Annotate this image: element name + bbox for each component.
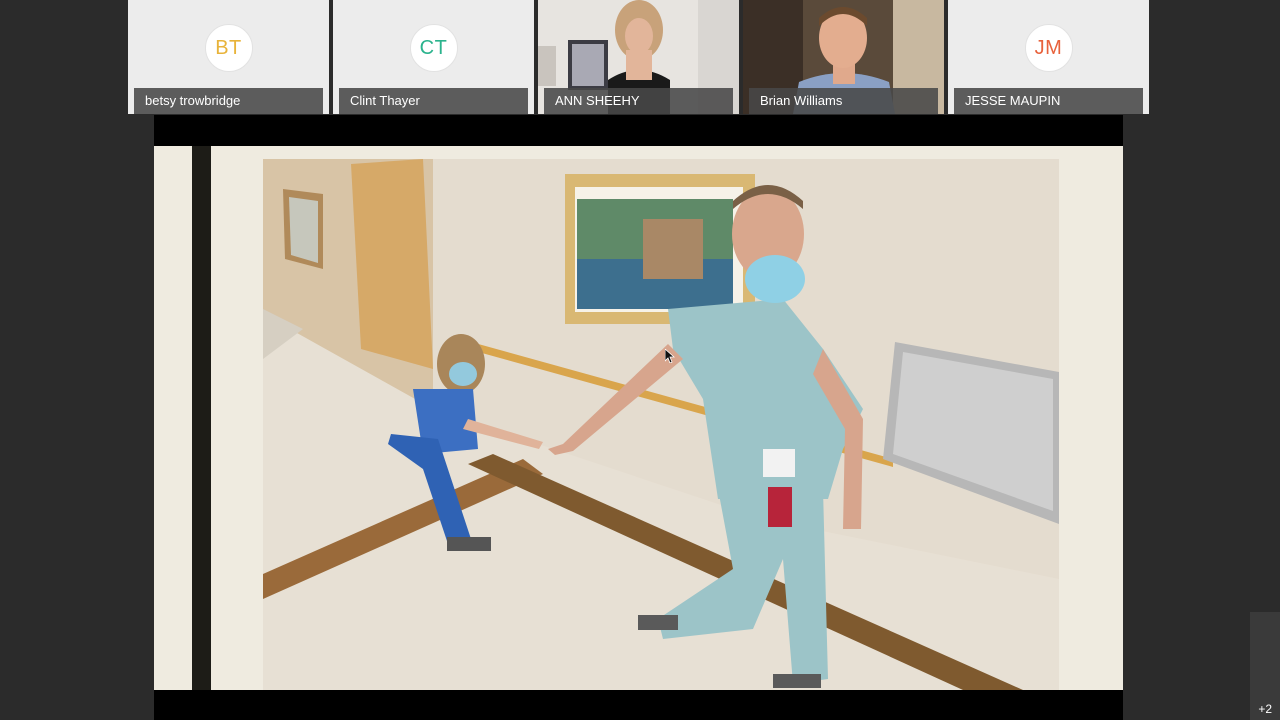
participant-strip: BT betsy trowbridge CT Clint Thayer ANN … [128,0,1149,114]
participant-name: ANN SHEEHY [544,88,733,114]
avatar: CT [409,24,458,72]
more-participants-button[interactable]: +2 [1250,612,1280,720]
participant-name: Brian Williams [749,88,938,114]
participant-tile-ann[interactable]: ANN SHEEHY [538,0,739,114]
more-participants-count: +2 [1258,702,1272,716]
participant-name: JESSE MAUPIN [954,88,1143,114]
participant-name: betsy trowbridge [134,88,323,114]
participant-tile-brian[interactable]: Brian Williams [743,0,944,114]
slide-photo [263,159,1059,690]
slide-divider [192,146,211,690]
participant-tile-jesse[interactable]: JM JESSE MAUPIN [948,0,1149,114]
participant-tile-clint[interactable]: CT Clint Thayer [333,0,534,114]
presentation-slide [154,146,1123,690]
shared-screen [154,115,1123,720]
avatar: JM [1024,24,1073,72]
mouse-cursor-icon [665,349,675,363]
participant-tile-betsy[interactable]: BT betsy trowbridge [128,0,329,114]
participant-name: Clint Thayer [339,88,528,114]
avatar: BT [204,24,253,72]
